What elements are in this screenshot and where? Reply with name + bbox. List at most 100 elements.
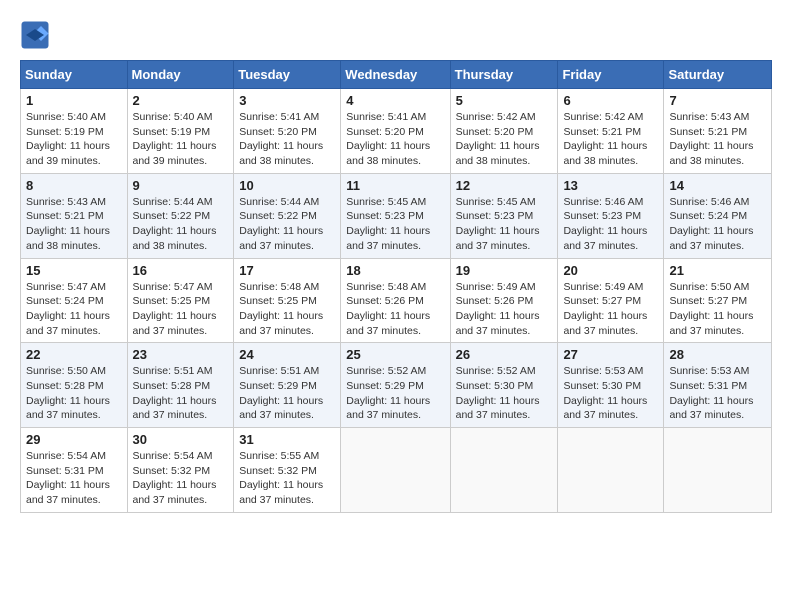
calendar-cell: 10Sunrise: 5:44 AM Sunset: 5:22 PM Dayli…	[234, 173, 341, 258]
day-info: Sunrise: 5:41 AM Sunset: 5:20 PM Dayligh…	[239, 110, 335, 169]
day-info: Sunrise: 5:47 AM Sunset: 5:25 PM Dayligh…	[133, 280, 229, 339]
calendar-cell: 24 Sunrise: 5:51 AM Sunset: 5:29 PM Dayli…	[234, 343, 341, 428]
day-number: 21	[669, 263, 766, 278]
day-info: Sunrise: 5:45 AM Sunset: 5:23 PM Dayligh…	[456, 195, 553, 254]
calendar-cell: 9 Sunrise: 5:44 AM Sunset: 5:22 PM Daylig…	[127, 173, 234, 258]
calendar-cell: 7 Sunrise: 5:43 AM Sunset: 5:21 PM Daylig…	[664, 89, 772, 174]
calendar-cell: 13Sunrise: 5:46 AM Sunset: 5:23 PM Dayli…	[558, 173, 664, 258]
calendar-cell: 1 Sunrise: 5:40 AM Sunset: 5:19 PM Daylig…	[21, 89, 128, 174]
day-number: 8	[26, 178, 122, 193]
calendar-header-tuesday: Tuesday	[234, 61, 341, 89]
calendar-cell	[341, 428, 450, 513]
calendar-header-sunday: Sunday	[21, 61, 128, 89]
day-info: Sunrise: 5:47 AM Sunset: 5:24 PM Dayligh…	[26, 280, 122, 339]
day-number: 18	[346, 263, 444, 278]
day-number: 4	[346, 93, 444, 108]
day-number: 30	[133, 432, 229, 447]
day-info: Sunrise: 5:43 AM Sunset: 5:21 PM Dayligh…	[26, 195, 122, 254]
calendar-cell: 4 Sunrise: 5:41 AM Sunset: 5:20 PM Daylig…	[341, 89, 450, 174]
calendar-cell: 20 Sunrise: 5:49 AM Sunset: 5:27 PM Dayli…	[558, 258, 664, 343]
day-number: 5	[456, 93, 553, 108]
day-number: 27	[563, 347, 658, 362]
day-number: 24	[239, 347, 335, 362]
calendar-cell: 12 Sunrise: 5:45 AM Sunset: 5:23 PM Dayli…	[450, 173, 558, 258]
calendar-cell: 2 Sunrise: 5:40 AM Sunset: 5:19 PM Daylig…	[127, 89, 234, 174]
day-number: 12	[456, 178, 553, 193]
day-number: 15	[26, 263, 122, 278]
day-info: Sunrise: 5:41 AM Sunset: 5:20 PM Dayligh…	[346, 110, 444, 169]
calendar-cell: 26 Sunrise: 5:52 AM Sunset: 5:30 PM Dayli…	[450, 343, 558, 428]
calendar-cell: 18 Sunrise: 5:48 AM Sunset: 5:26 PM Dayli…	[341, 258, 450, 343]
day-info: Sunrise: 5:50 AM Sunset: 5:27 PM Dayligh…	[669, 280, 766, 339]
calendar-cell: 28 Sunrise: 5:53 AM Sunset: 5:31 PM Dayli…	[664, 343, 772, 428]
calendar-cell: 5 Sunrise: 5:42 AM Sunset: 5:20 PM Daylig…	[450, 89, 558, 174]
day-info: Sunrise: 5:52 AM Sunset: 5:30 PM Dayligh…	[456, 364, 553, 423]
day-number: 16	[133, 263, 229, 278]
day-info: Sunrise: 5:44 AM Sunset: 5:22 PM Dayligh…	[133, 195, 229, 254]
day-info: Sunrise: 5:48 AM Sunset: 5:26 PM Dayligh…	[346, 280, 444, 339]
day-number: 17	[239, 263, 335, 278]
calendar-cell	[450, 428, 558, 513]
calendar-cell: 30 Sunrise: 5:54 AM Sunset: 5:32 PM Dayli…	[127, 428, 234, 513]
calendar-cell: 14 Sunrise: 5:46 AM Sunset: 5:24 PM Dayli…	[664, 173, 772, 258]
day-info: Sunrise: 5:46 AM Sunset: 5:24 PM Dayligh…	[669, 195, 766, 254]
calendar-cell: 11 Sunrise: 5:45 AM Sunset: 5:23 PM Dayli…	[341, 173, 450, 258]
calendar-cell: 23 Sunrise: 5:51 AM Sunset: 5:28 PM Dayli…	[127, 343, 234, 428]
logo	[20, 20, 54, 50]
day-info: Sunrise: 5:55 AM Sunset: 5:32 PM Dayligh…	[239, 449, 335, 508]
calendar-cell: 31Sunrise: 5:55 AM Sunset: 5:32 PM Dayli…	[234, 428, 341, 513]
day-number: 11	[346, 178, 444, 193]
day-info: Sunrise: 5:42 AM Sunset: 5:20 PM Dayligh…	[456, 110, 553, 169]
calendar-header-thursday: Thursday	[450, 61, 558, 89]
calendar-cell: 8 Sunrise: 5:43 AM Sunset: 5:21 PM Daylig…	[21, 173, 128, 258]
day-info: Sunrise: 5:45 AM Sunset: 5:23 PM Dayligh…	[346, 195, 444, 254]
day-number: 1	[26, 93, 122, 108]
day-number: 29	[26, 432, 122, 447]
calendar-cell: 21 Sunrise: 5:50 AM Sunset: 5:27 PM Dayli…	[664, 258, 772, 343]
day-number: 6	[563, 93, 658, 108]
day-number: 22	[26, 347, 122, 362]
calendar-header-saturday: Saturday	[664, 61, 772, 89]
calendar-cell	[558, 428, 664, 513]
calendar-cell: 6 Sunrise: 5:42 AM Sunset: 5:21 PM Daylig…	[558, 89, 664, 174]
day-number: 25	[346, 347, 444, 362]
day-info: Sunrise: 5:43 AM Sunset: 5:21 PM Dayligh…	[669, 110, 766, 169]
calendar-cell: 22Sunrise: 5:50 AM Sunset: 5:28 PM Dayli…	[21, 343, 128, 428]
day-number: 20	[563, 263, 658, 278]
calendar-cell: 19 Sunrise: 5:49 AM Sunset: 5:26 PM Dayli…	[450, 258, 558, 343]
day-info: Sunrise: 5:54 AM Sunset: 5:32 PM Dayligh…	[133, 449, 229, 508]
day-info: Sunrise: 5:40 AM Sunset: 5:19 PM Dayligh…	[26, 110, 122, 169]
day-number: 2	[133, 93, 229, 108]
day-number: 3	[239, 93, 335, 108]
day-info: Sunrise: 5:52 AM Sunset: 5:29 PM Dayligh…	[346, 364, 444, 423]
day-info: Sunrise: 5:54 AM Sunset: 5:31 PM Dayligh…	[26, 449, 122, 508]
day-number: 23	[133, 347, 229, 362]
day-number: 14	[669, 178, 766, 193]
day-info: Sunrise: 5:51 AM Sunset: 5:28 PM Dayligh…	[133, 364, 229, 423]
day-info: Sunrise: 5:48 AM Sunset: 5:25 PM Dayligh…	[239, 280, 335, 339]
calendar-header-friday: Friday	[558, 61, 664, 89]
day-info: Sunrise: 5:44 AM Sunset: 5:22 PM Dayligh…	[239, 195, 335, 254]
day-number: 28	[669, 347, 766, 362]
calendar-cell: 17 Sunrise: 5:48 AM Sunset: 5:25 PM Dayli…	[234, 258, 341, 343]
day-number: 9	[133, 178, 229, 193]
day-info: Sunrise: 5:53 AM Sunset: 5:31 PM Dayligh…	[669, 364, 766, 423]
day-info: Sunrise: 5:49 AM Sunset: 5:26 PM Dayligh…	[456, 280, 553, 339]
calendar-cell: 16 Sunrise: 5:47 AM Sunset: 5:25 PM Dayli…	[127, 258, 234, 343]
day-info: Sunrise: 5:51 AM Sunset: 5:29 PM Dayligh…	[239, 364, 335, 423]
calendar-cell: 27Sunrise: 5:53 AM Sunset: 5:30 PM Dayli…	[558, 343, 664, 428]
day-info: Sunrise: 5:42 AM Sunset: 5:21 PM Dayligh…	[563, 110, 658, 169]
day-info: Sunrise: 5:40 AM Sunset: 5:19 PM Dayligh…	[133, 110, 229, 169]
day-info: Sunrise: 5:49 AM Sunset: 5:27 PM Dayligh…	[563, 280, 658, 339]
day-number: 7	[669, 93, 766, 108]
day-number: 26	[456, 347, 553, 362]
calendar-cell: 3 Sunrise: 5:41 AM Sunset: 5:20 PM Daylig…	[234, 89, 341, 174]
page-header	[20, 20, 772, 50]
calendar-cell: 29 Sunrise: 5:54 AM Sunset: 5:31 PM Dayli…	[21, 428, 128, 513]
day-info: Sunrise: 5:46 AM Sunset: 5:23 PM Dayligh…	[563, 195, 658, 254]
day-number: 19	[456, 263, 553, 278]
calendar-cell: 15 Sunrise: 5:47 AM Sunset: 5:24 PM Dayli…	[21, 258, 128, 343]
calendar-cell: 25 Sunrise: 5:52 AM Sunset: 5:29 PM Dayli…	[341, 343, 450, 428]
calendar-header-monday: Monday	[127, 61, 234, 89]
calendar-table: SundayMondayTuesdayWednesdayThursdayFrid…	[20, 60, 772, 513]
